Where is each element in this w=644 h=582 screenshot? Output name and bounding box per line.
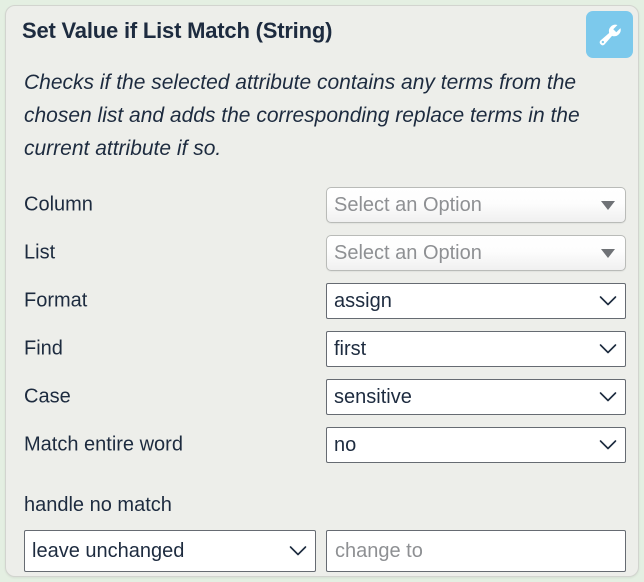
chevron-down-icon <box>289 531 307 571</box>
handle-no-match-row: leave unchanged <box>6 530 638 574</box>
control-handle-no-match: leave unchanged <box>24 530 316 572</box>
panel-header: Set Value if List Match (String) <box>6 6 638 60</box>
chevron-down-icon <box>599 428 617 462</box>
panel-description: Checks if the selected attribute contain… <box>24 71 580 160</box>
case-select[interactable]: sensitive <box>326 379 626 415</box>
handle-no-match-select-value: leave unchanged <box>32 540 185 562</box>
label-handle-no-match: handle no match <box>24 494 172 516</box>
column-select[interactable]: Select an Option <box>326 187 626 223</box>
form-row-find: Find first <box>6 325 638 373</box>
label-find: Find <box>24 337 63 360</box>
triangle-down-icon <box>599 236 617 270</box>
form-row-match-entire-word: Match entire word no <box>6 421 638 469</box>
control-format: assign <box>326 283 626 319</box>
form-row-column: Column Select an Option <box>6 181 638 229</box>
label-column: Column <box>24 193 93 216</box>
form-row-case: Case sensitive <box>6 373 638 421</box>
control-find: first <box>326 331 626 367</box>
control-case: sensitive <box>326 379 626 415</box>
form-row-format: Format assign <box>6 277 638 325</box>
label-match-entire-word: Match entire word <box>24 433 183 456</box>
label-list: List <box>24 241 56 264</box>
control-match-entire-word: no <box>326 427 626 463</box>
form-row-list: List Select an Option <box>6 229 638 277</box>
chevron-down-icon <box>599 332 617 366</box>
handle-no-match-select[interactable]: leave unchanged <box>24 530 316 572</box>
list-select[interactable]: Select an Option <box>326 235 626 271</box>
change-to-input[interactable] <box>326 530 626 572</box>
case-select-value: sensitive <box>334 386 412 408</box>
chevron-down-icon <box>599 284 617 318</box>
control-list: Select an Option <box>326 235 626 271</box>
page-title: Set Value if List Match (String) <box>22 18 333 43</box>
wrench-button[interactable] <box>586 11 633 58</box>
control-column: Select an Option <box>326 187 626 223</box>
format-select[interactable]: assign <box>326 283 626 319</box>
wrench-icon <box>597 22 623 48</box>
format-select-value: assign <box>334 290 392 312</box>
match-entire-word-select-value: no <box>334 434 357 456</box>
column-select-value: Select an Option <box>334 194 482 216</box>
label-format: Format <box>24 289 88 312</box>
list-select-value: Select an Option <box>334 242 482 264</box>
find-select[interactable]: first <box>326 331 626 367</box>
find-select-value: first <box>334 338 367 360</box>
label-case: Case <box>24 385 71 408</box>
match-entire-word-select[interactable]: no <box>326 427 626 463</box>
settings-form: Column Select an Option List Select an O… <box>6 181 638 469</box>
triangle-down-icon <box>599 188 617 222</box>
chevron-down-icon <box>599 380 617 414</box>
set-value-if-list-match-panel: Set Value if List Match (String) Checks … <box>5 5 639 577</box>
